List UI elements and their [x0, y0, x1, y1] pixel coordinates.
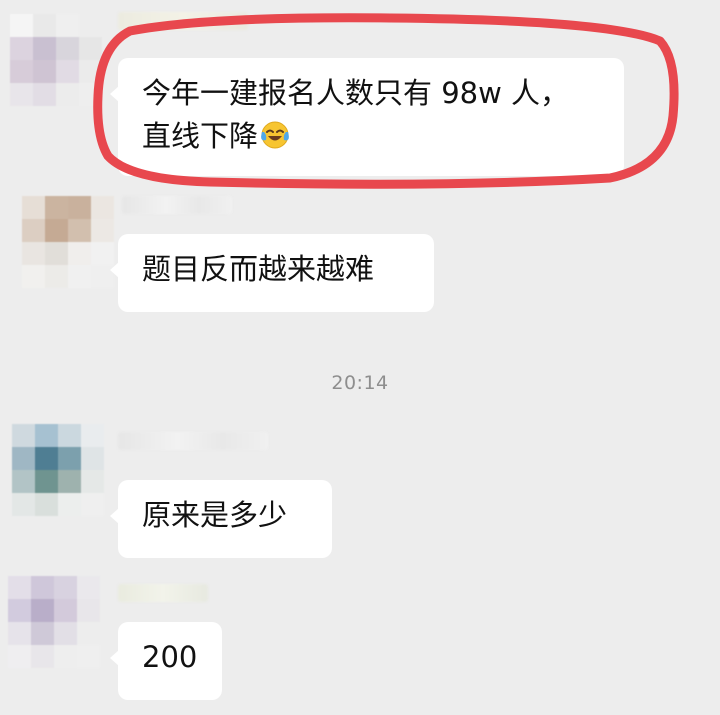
chat-window: 今年一建报名人数只有 98w 人， 直线下降 题目反而越来越难 20:14 原来… [0, 0, 720, 715]
message-text: 直线下降 [142, 118, 259, 153]
message-bubble[interactable]: 今年一建报名人数只有 98w 人， 直线下降 [110, 58, 624, 176]
message-text: 题目反而越来越难 [142, 252, 375, 286]
message-bubble[interactable]: 200 [110, 622, 222, 700]
blurred-sender-name [118, 432, 268, 450]
avatar[interactable] [12, 424, 104, 516]
avatar[interactable] [10, 14, 102, 106]
avatar[interactable] [8, 576, 100, 668]
blurred-sender-name [122, 196, 232, 214]
blurred-sender-name [118, 12, 248, 30]
message-bubble[interactable]: 原来是多少 [110, 480, 332, 558]
blurred-sender-name [118, 584, 208, 602]
avatar[interactable] [22, 196, 114, 288]
timestamp: 20:14 [331, 372, 389, 394]
message-text: 今年一建报名人数只有 98w 人， [142, 76, 570, 110]
message-text: 直线下降 [142, 115, 600, 158]
message-bubble[interactable]: 题目反而越来越难 [110, 234, 434, 312]
crying-laughing-emoji-icon [261, 121, 289, 149]
message-text: 原来是多少 [142, 498, 288, 532]
message-text: 200 [142, 640, 198, 674]
